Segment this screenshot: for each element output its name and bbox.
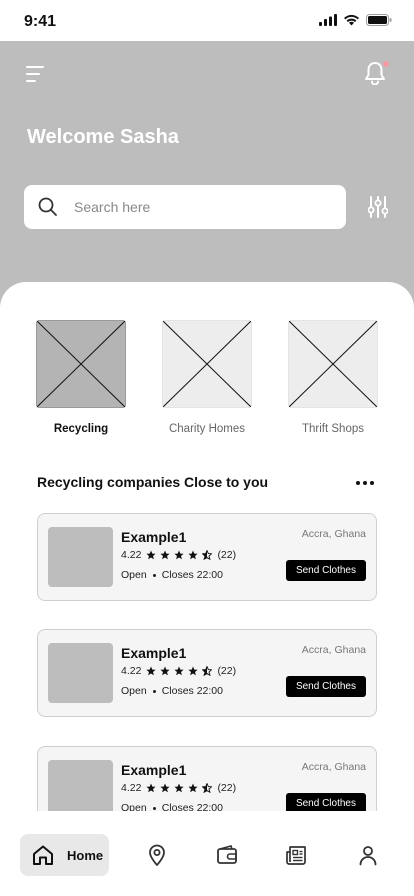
company-rating: 4.22 (22) xyxy=(121,549,236,561)
company-card[interactable]: Example1 4.22 (22) Open Closes 22:00 Acc… xyxy=(37,746,377,811)
newspaper-icon xyxy=(286,846,306,865)
separator-dot xyxy=(152,573,156,577)
star-full-icon xyxy=(188,550,199,560)
review-count: (22) xyxy=(217,665,237,677)
company-thumbnail xyxy=(48,527,113,587)
star-rating xyxy=(146,550,213,560)
wifi-icon xyxy=(344,14,359,26)
user-icon xyxy=(359,846,377,866)
review-count: (22) xyxy=(217,782,237,794)
company-location: Accra, Ghana xyxy=(301,644,366,656)
star-full-icon xyxy=(146,666,157,676)
search-bar[interactable] xyxy=(24,185,346,229)
menu-icon[interactable] xyxy=(26,66,46,84)
separator-dot xyxy=(152,806,156,810)
star-full-icon xyxy=(160,666,171,676)
sliders-icon xyxy=(367,196,389,218)
rating-value: 4.22 xyxy=(121,549,142,561)
company-thumbnail xyxy=(48,760,113,811)
company-name: Example1 xyxy=(121,645,187,661)
company-hours: Open Closes 22:00 xyxy=(121,685,223,697)
company-list[interactable]: Example1 4.22 (22) Open Closes 22:00 Acc… xyxy=(37,513,377,811)
closing-time: Closes 22:00 xyxy=(161,685,223,697)
company-thumbnail xyxy=(48,643,113,703)
separator-dot xyxy=(152,689,156,693)
star-full-icon xyxy=(160,550,171,560)
company-card[interactable]: Example1 4.22 (22) Open Closes 22:00 Acc… xyxy=(37,629,377,717)
notification-dot xyxy=(383,61,389,67)
category-image-placeholder xyxy=(36,320,126,408)
rating-value: 4.22 xyxy=(121,665,142,677)
more-options-icon[interactable] xyxy=(356,481,374,485)
company-name: Example1 xyxy=(121,529,187,545)
nav-location[interactable] xyxy=(146,844,168,866)
search-input[interactable] xyxy=(74,199,294,215)
welcome-title: Welcome Sasha xyxy=(27,126,179,148)
closing-time: Closes 22:00 xyxy=(161,802,223,811)
company-location: Accra, Ghana xyxy=(301,528,366,540)
category-label: Recycling xyxy=(53,423,109,435)
filter-button[interactable] xyxy=(367,196,389,218)
home-icon xyxy=(33,845,53,865)
category-label: Charity Homes xyxy=(168,423,246,435)
review-count: (22) xyxy=(217,549,237,561)
category-image-placeholder xyxy=(162,320,252,408)
category-charity-homes[interactable]: Charity Homes xyxy=(162,320,252,435)
star-full-icon xyxy=(174,783,185,793)
company-rating: 4.22 (22) xyxy=(121,665,236,677)
closing-time: Closes 22:00 xyxy=(161,569,223,581)
rating-value: 4.22 xyxy=(121,782,142,794)
company-hours: Open Closes 22:00 xyxy=(121,802,223,811)
star-full-icon xyxy=(146,783,157,793)
star-full-icon xyxy=(160,783,171,793)
star-rating xyxy=(146,783,213,793)
company-rating: 4.22 (22) xyxy=(121,782,236,794)
category-recycling[interactable]: Recycling xyxy=(36,320,126,435)
location-pin-icon xyxy=(149,844,165,866)
open-status: Open xyxy=(121,802,147,811)
star-full-icon xyxy=(188,783,199,793)
company-name: Example1 xyxy=(121,762,187,778)
company-card[interactable]: Example1 4.22 (22) Open Closes 22:00 Acc… xyxy=(37,513,377,601)
star-full-icon xyxy=(174,666,185,676)
nav-news[interactable] xyxy=(285,844,307,866)
bottom-navigation: Home xyxy=(0,816,414,896)
nav-home[interactable]: Home xyxy=(20,834,109,876)
send-clothes-button[interactable]: Send Clothes xyxy=(285,793,366,811)
nav-wallet[interactable] xyxy=(216,844,238,866)
signal-icon xyxy=(319,14,337,26)
star-half-icon xyxy=(202,550,213,560)
notification-button[interactable] xyxy=(364,61,389,87)
category-label: Thrift Shops xyxy=(302,423,364,435)
status-icons xyxy=(319,14,392,26)
send-clothes-button[interactable]: Send Clothes xyxy=(285,560,366,581)
company-hours: Open Closes 22:00 xyxy=(121,569,223,581)
open-status: Open xyxy=(121,569,147,581)
section-title: Recycling companies Close to you xyxy=(37,474,269,490)
search-icon xyxy=(38,197,57,216)
star-full-icon xyxy=(146,550,157,560)
send-clothes-button[interactable]: Send Clothes xyxy=(285,676,366,697)
status-time: 9:41 xyxy=(24,13,57,30)
content-sheet: Recycling Charity Homes Thrift Shops Rec… xyxy=(0,282,414,896)
star-full-icon xyxy=(174,550,185,560)
category-thrift-shops[interactable]: Thrift Shops xyxy=(288,320,378,435)
nav-profile[interactable] xyxy=(357,844,379,866)
company-location: Accra, Ghana xyxy=(301,761,366,773)
star-half-icon xyxy=(202,783,213,793)
star-half-icon xyxy=(202,666,213,676)
category-image-placeholder xyxy=(288,320,378,408)
status-bar: 9:41 xyxy=(0,0,414,41)
wallet-icon xyxy=(217,845,237,864)
nav-home-label: Home xyxy=(67,847,104,863)
star-full-icon xyxy=(188,666,199,676)
battery-icon xyxy=(366,14,392,26)
star-rating xyxy=(146,666,213,676)
open-status: Open xyxy=(121,685,147,697)
